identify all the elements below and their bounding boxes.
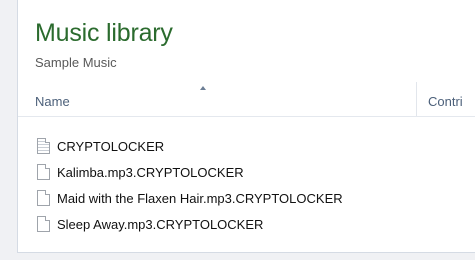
library-subtitle[interactable]: Sample Music	[35, 55, 117, 70]
library-title: Music library	[35, 19, 173, 47]
sort-ascending-icon	[200, 86, 206, 90]
column-header-row: Name Contri	[18, 80, 475, 117]
file-name: Maid with the Flaxen Hair.mp3.CRYPTOLOCK…	[57, 190, 343, 206]
file-row[interactable]: Maid with the Flaxen Hair.mp3.CRYPTOLOCK…	[37, 185, 343, 211]
file-name: CRYPTOLOCKER	[57, 138, 165, 154]
file-name: Sleep Away.mp3.CRYPTOLOCKER	[57, 216, 264, 232]
column-divider[interactable]	[416, 82, 417, 116]
file-icon	[37, 164, 50, 180]
file-icon	[37, 190, 50, 206]
file-row[interactable]: Sleep Away.mp3.CRYPTOLOCKER	[37, 211, 343, 237]
column-header-contributing-artists[interactable]: Contri	[428, 94, 463, 109]
column-header-name[interactable]: Name	[35, 94, 70, 109]
file-row[interactable]: CRYPTOLOCKER	[37, 133, 343, 159]
explorer-window: Music library Sample Music Name Contri C…	[17, 0, 475, 253]
file-row[interactable]: Kalimba.mp3.CRYPTOLOCKER	[37, 159, 343, 185]
file-list: CRYPTOLOCKER Kalimba.mp3.CRYPTOLOCKER Ma…	[37, 133, 343, 237]
file-icon	[37, 216, 50, 232]
file-name: Kalimba.mp3.CRYPTOLOCKER	[57, 164, 244, 180]
text-file-icon	[37, 138, 50, 154]
